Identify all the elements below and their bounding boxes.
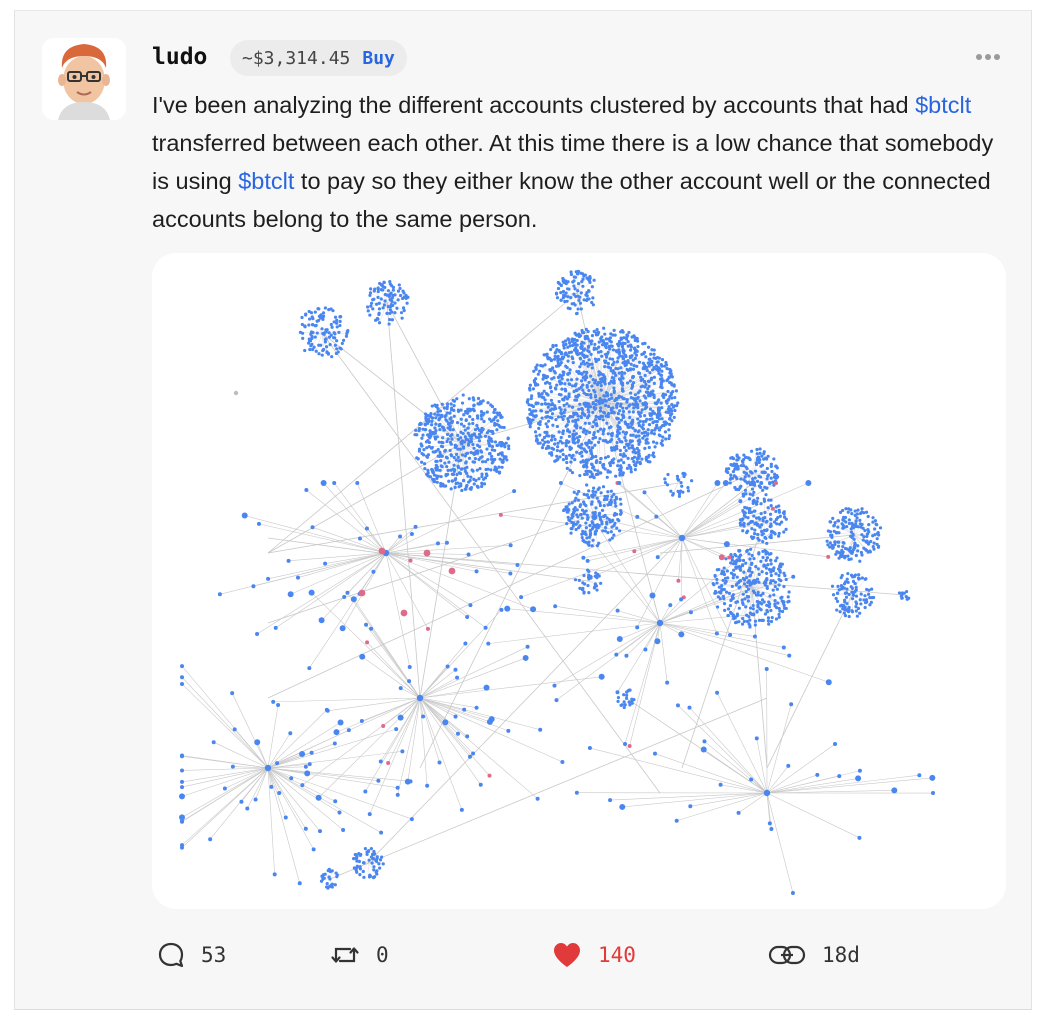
memoji-avatar-icon (42, 38, 126, 120)
more-dot (985, 54, 991, 60)
heart-icon (554, 943, 580, 967)
avatar[interactable] (42, 38, 126, 120)
post-image[interactable] (152, 253, 1006, 909)
post-text: I've been analyzing the different accoun… (152, 86, 1002, 238)
comment-count: 53 (201, 943, 227, 967)
network-graph-image (179, 269, 936, 895)
more-options-icon[interactable] (976, 48, 1006, 66)
comment-button[interactable]: 53 (157, 935, 226, 975)
repost-button[interactable]: 0 (330, 935, 389, 975)
price-pill: ~$3,314.45 Buy (230, 40, 407, 76)
more-dot (976, 54, 982, 60)
post-text-segment: I've been analyzing the different accoun… (152, 92, 916, 118)
like-button[interactable]: 140 (552, 935, 636, 975)
price-label: ~$3,314.45 (242, 47, 351, 69)
repost-count: 0 (376, 943, 389, 967)
share-link-button[interactable]: 18d (768, 935, 860, 975)
more-dot (994, 54, 1000, 60)
action-bar: 53 0 140 18d (152, 935, 1012, 975)
graph-nodes (179, 269, 936, 895)
post-age: 18d (822, 943, 860, 967)
link-icon (768, 945, 806, 965)
repost-icon (331, 947, 359, 963)
cashtag-link[interactable]: $btclt (915, 92, 971, 118)
buy-button[interactable]: Buy (362, 48, 395, 69)
username[interactable]: ludo (152, 44, 207, 70)
like-count: 140 (598, 943, 636, 967)
cashtag-link[interactable]: $btclt (238, 168, 294, 194)
comment-bubble-icon (158, 942, 184, 968)
